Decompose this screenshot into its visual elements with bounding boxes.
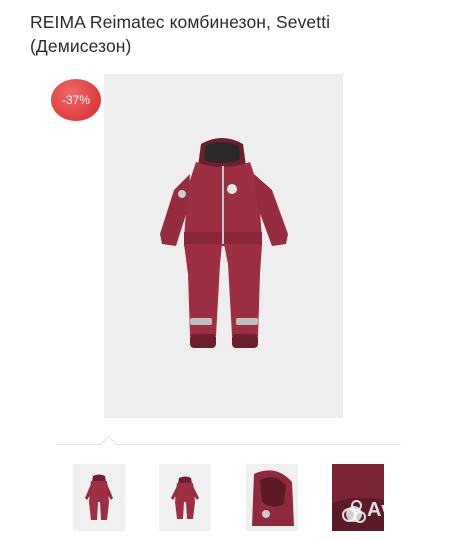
discount-badge: -37%: [51, 79, 101, 121]
thumbnail-3[interactable]: [246, 464, 298, 531]
jumpsuit-illustration: [160, 138, 288, 348]
thumbnail-jumpsuit-icon: [85, 474, 113, 520]
avito-logo-icon: [342, 499, 366, 523]
product-title-line2: (Демисезон): [30, 36, 132, 56]
thumbnail-hood-icon: [252, 470, 294, 526]
selected-thumbnail-pointer: [100, 435, 117, 452]
avito-watermark-text: Avito: [367, 499, 419, 521]
avito-watermark: Avito: [342, 499, 419, 523]
thumbnail-jumpsuit-icon: [171, 476, 199, 519]
main-product-image[interactable]: [104, 74, 343, 418]
product-title: REIMA Reimatec комбинезон, Sevetti (Деми…: [30, 10, 440, 58]
thumbnail-2[interactable]: [159, 464, 211, 531]
thumbnail-1[interactable]: [73, 464, 125, 531]
product-title-line1: REIMA Reimatec комбинезон, Sevetti: [30, 12, 331, 32]
